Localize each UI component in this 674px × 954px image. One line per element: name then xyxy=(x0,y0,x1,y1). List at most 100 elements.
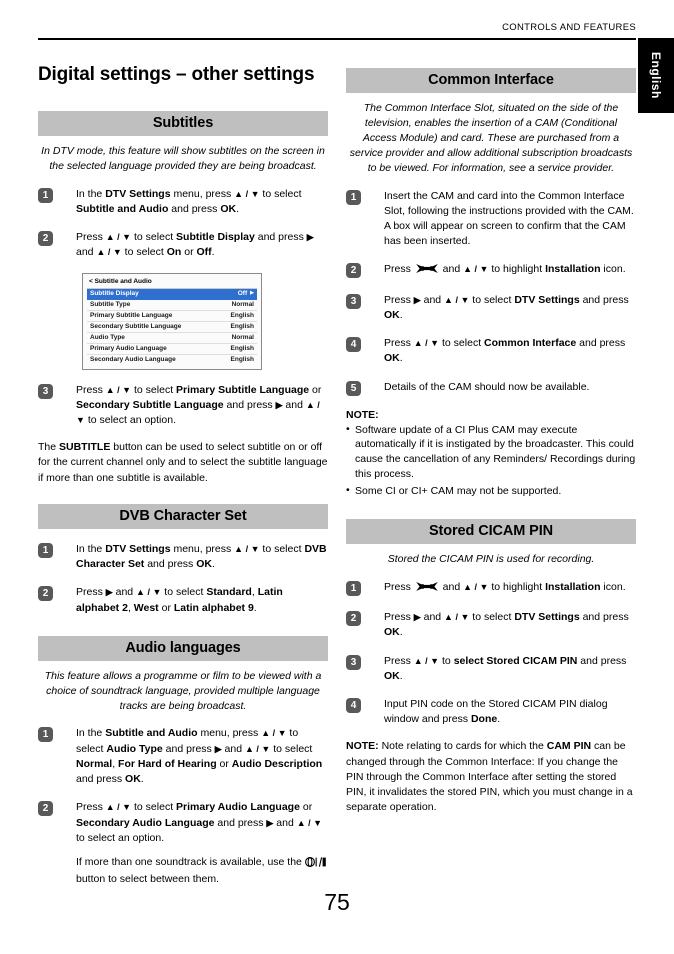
t: Press xyxy=(76,801,106,814)
t: OK xyxy=(384,308,400,321)
t: to select xyxy=(259,542,305,555)
step-number: 1 xyxy=(346,189,361,205)
tv-menu-row-subtitle-display[interactable]: Subtitle Display Off ▶ xyxy=(87,288,257,300)
tv-menu-row-secondary-subtitle-language[interactable]: Secondary Subtitle Language English xyxy=(87,322,257,333)
arrow-updown-icon: ▲ / ▼ xyxy=(105,384,132,395)
step: 3 Press ▲ / ▼ to select Stored CICAM PIN… xyxy=(346,654,636,684)
t: Press xyxy=(76,383,106,396)
wrench-icon xyxy=(415,581,439,597)
tv-menu-row-value: Off xyxy=(237,290,248,298)
t: to select xyxy=(131,383,177,396)
t: OK xyxy=(196,558,212,571)
t: and xyxy=(273,816,297,829)
t: and xyxy=(112,586,137,599)
step-text: Press and ▲ / ▼ to highlight Installatio… xyxy=(384,262,626,279)
tv-menu-row-value: English xyxy=(230,312,254,320)
common-interface-note-list: Software update of a CI Plus CAM may exe… xyxy=(346,422,636,500)
step: 4 Input PIN code on the Stored CICAM PIN… xyxy=(346,697,636,727)
tv-menu-row-value-wrap: Off ▶ xyxy=(238,290,254,297)
t: icon. xyxy=(600,263,626,276)
step-text: Press and ▲ / ▼ to highlight Installatio… xyxy=(384,580,626,597)
audio-languages-soundtrack-note: If more than one soundtrack is available… xyxy=(76,855,328,887)
step-text: Press ▶ and ▲ / ▼ to select DTV Settings… xyxy=(384,293,636,323)
tv-menu-row-secondary-audio-language[interactable]: Secondary Audio Language English xyxy=(87,355,257,365)
t: West xyxy=(133,601,159,614)
t: and press xyxy=(579,293,629,306)
step: 2 Press ▶ and ▲ / ▼ to select DTV Settin… xyxy=(346,610,636,640)
t: to select xyxy=(161,586,207,599)
t: SUBTITLE xyxy=(59,441,111,454)
step-number: 4 xyxy=(346,337,361,353)
arrow-updown-icon: ▲ / ▼ xyxy=(296,817,323,828)
t: to select xyxy=(121,246,167,259)
t: and xyxy=(420,293,445,306)
arrow-updown-icon: ▲ / ▼ xyxy=(234,188,260,199)
t: to select xyxy=(439,337,485,350)
t: and xyxy=(221,742,245,755)
t: Press xyxy=(384,580,414,593)
arrow-updown-icon: ▲ / ▼ xyxy=(96,247,122,258)
step: 1 Insert the CAM and card into the Commo… xyxy=(346,189,636,250)
t: . xyxy=(399,626,403,639)
t: DTV Settings xyxy=(105,187,171,200)
t: In the xyxy=(76,727,106,740)
t: . xyxy=(211,246,215,259)
tv-menu-row-subtitle-type[interactable]: Subtitle Type Normal xyxy=(87,300,257,311)
arrow-updown-icon: ▲ / ▼ xyxy=(444,294,470,305)
common-interface-steps: 1 Insert the CAM and card into the Commo… xyxy=(346,189,636,396)
wrench-icon xyxy=(415,263,439,279)
tv-menu-row-value: English xyxy=(230,356,254,364)
t: . xyxy=(253,601,257,614)
t: to select xyxy=(131,231,177,244)
t: In the xyxy=(76,542,106,555)
arrow-updown-icon: ▲ / ▼ xyxy=(413,655,440,666)
t: to select xyxy=(131,801,177,814)
t: Note relating to cards for which the xyxy=(378,740,547,753)
tv-menu-rows: Subtitle Display Off ▶ Subtitle Type Norm… xyxy=(87,287,257,365)
language-tab: English xyxy=(638,38,674,113)
tv-menu-row-label: Primary Subtitle Language xyxy=(90,312,173,320)
tv-menu-screenshot: < Subtitle and Audio Subtitle Display Of… xyxy=(82,272,262,370)
step-number: 5 xyxy=(346,380,361,396)
t: Press xyxy=(384,337,414,350)
t: . xyxy=(140,773,144,786)
step-number: 1 xyxy=(38,187,53,203)
t: Latin alphabet 9 xyxy=(173,601,254,614)
tv-menu-row-audio-type[interactable]: Audio Type Normal xyxy=(87,333,257,344)
step-number: 1 xyxy=(38,727,53,743)
section-heading-stored-cicam-pin: Stored CICAM PIN xyxy=(346,519,636,545)
step-text: Press ▲ / ▼ to select Common Interface a… xyxy=(384,336,636,366)
t: to highlight xyxy=(488,263,546,276)
t: and xyxy=(439,580,464,593)
subtitles-intro: In DTV mode, this feature will show subt… xyxy=(41,144,325,172)
t: or xyxy=(299,801,313,814)
t: to select an option. xyxy=(84,414,176,427)
t: to highlight xyxy=(488,580,546,593)
t: and press xyxy=(254,231,307,244)
t: and press xyxy=(144,558,197,571)
t: menu, press xyxy=(170,187,235,200)
step-text: Press ▲ / ▼ to select Subtitle Display a… xyxy=(76,230,328,260)
tv-menu-row-value: English xyxy=(230,345,254,353)
tv-menu-row-label: Secondary Audio Language xyxy=(90,356,176,364)
step: 2 Press ▲ / ▼ to select Primary Audio La… xyxy=(38,800,328,887)
t: Secondary Subtitle Language xyxy=(76,398,224,411)
t: icon. xyxy=(600,580,626,593)
tv-menu-row-primary-audio-language[interactable]: Primary Audio Language English xyxy=(87,344,257,355)
t: OK xyxy=(384,626,400,639)
t: . xyxy=(399,308,403,321)
manual-page: CONTROLS AND FEATURES English Digital se… xyxy=(0,0,674,954)
subtitles-steps-continued: 3 Press ▲ / ▼ to select Primary Subtitle… xyxy=(38,383,328,429)
step: 1 In the DTV Settings menu, press ▲ / ▼ … xyxy=(38,187,328,217)
t: or xyxy=(216,757,232,770)
stereo-mono-icon xyxy=(304,857,327,872)
stored-cicam-pin-steps: 1 Press and ▲ / ▼ to highlight Installat… xyxy=(346,580,636,728)
step-text: Press ▶ and ▲ / ▼ to select Standard, La… xyxy=(76,585,328,615)
t: . xyxy=(211,558,215,571)
step-text: Press ▶ and ▲ / ▼ to select DTV Settings… xyxy=(384,610,636,640)
list-item: Some CI or CI+ CAM may not be supported. xyxy=(346,483,636,499)
t: Secondary Audio Language xyxy=(76,816,215,829)
tv-menu-row-value: Normal xyxy=(231,334,254,342)
tv-menu-title: < Subtitle and Audio xyxy=(89,277,152,285)
tv-menu-row-primary-subtitle-language[interactable]: Primary Subtitle Language English xyxy=(87,311,257,322)
